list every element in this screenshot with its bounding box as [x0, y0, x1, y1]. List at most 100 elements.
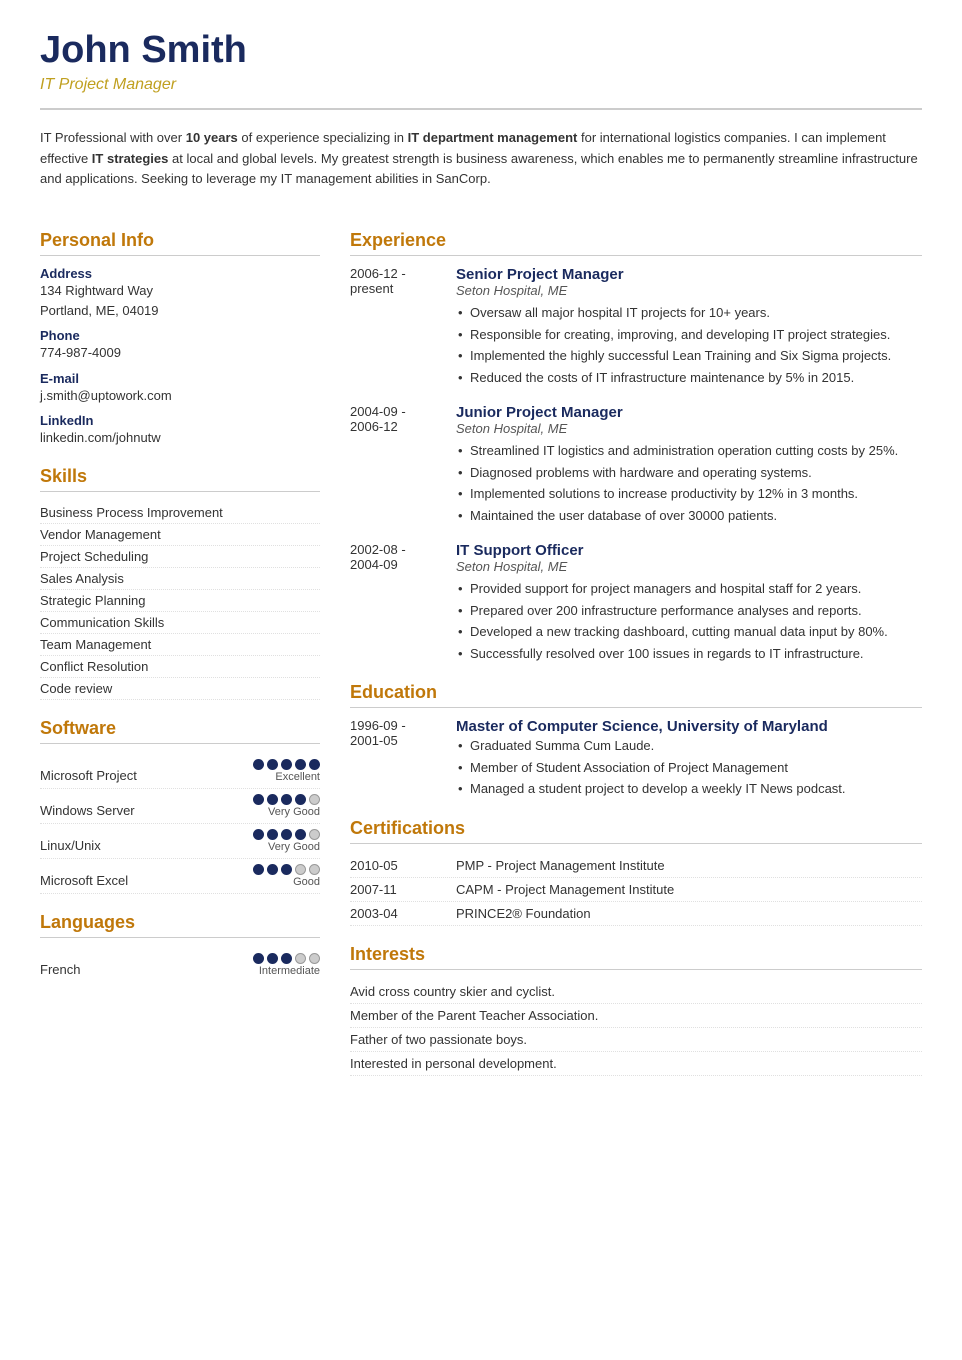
dot-filled	[295, 759, 306, 770]
skill-item: Sales Analysis	[40, 568, 320, 590]
dot-filled	[281, 864, 292, 875]
interests-title: Interests	[350, 944, 922, 970]
software-name: Windows Server	[40, 803, 135, 818]
language-name: French	[40, 962, 80, 977]
edu-date: 1996-09 - 2001-05	[350, 718, 440, 800]
linkedin-label: LinkedIn	[40, 413, 320, 428]
software-rating: Very Good	[253, 794, 320, 818]
software-name: Linux/Unix	[40, 838, 101, 853]
software-rating: Very Good	[253, 829, 320, 853]
experience-entry: 2004-09 - 2006-12Junior Project ManagerS…	[350, 404, 922, 526]
language-item: French Intermediate	[40, 948, 320, 982]
dot-empty	[295, 864, 306, 875]
software-item: Microsoft Project Excellent	[40, 754, 320, 789]
cert-date: 2010-05	[350, 858, 440, 873]
main-content: Personal Info Address 134 Rightward Way …	[40, 212, 922, 1076]
software-item: Linux/Unix Very Good	[40, 824, 320, 859]
experience-entry: 2006-12 - presentSenior Project ManagerS…	[350, 266, 922, 388]
address-label: Address	[40, 266, 320, 281]
skills-title: Skills	[40, 466, 320, 492]
dot-filled	[281, 953, 292, 964]
candidate-name: John Smith	[40, 30, 922, 72]
interest-item: Father of two passionate boys.	[350, 1028, 922, 1052]
address-line2: Portland, ME, 04019	[40, 301, 320, 321]
address-block: Address 134 Rightward Way Portland, ME, …	[40, 266, 320, 320]
exp-bullet: Diagnosed problems with hardware and ope…	[456, 462, 922, 484]
interest-item: Interested in personal development.	[350, 1052, 922, 1076]
dot-filled	[281, 829, 292, 840]
phone-label: Phone	[40, 328, 320, 343]
rating-label: Intermediate	[259, 965, 320, 977]
certification-entry: 2010-05 PMP - Project Management Institut…	[350, 854, 922, 878]
email-label: E-mail	[40, 371, 320, 386]
language-rating: Intermediate	[253, 953, 320, 977]
exp-bullet: Implemented the highly successful Lean T…	[456, 345, 922, 367]
dot-empty	[309, 794, 320, 805]
dot-filled	[253, 759, 264, 770]
edu-bullet: Graduated Summa Cum Laude.	[456, 735, 846, 757]
dot-empty	[309, 864, 320, 875]
exp-date: 2004-09 - 2006-12	[350, 404, 440, 526]
dot-filled	[267, 759, 278, 770]
candidate-title: IT Project Manager	[40, 76, 922, 94]
education-title: Education	[350, 682, 922, 708]
skill-item: Code review	[40, 678, 320, 700]
exp-bullet: Responsible for creating, improving, and…	[456, 324, 922, 346]
dot-empty	[309, 829, 320, 840]
exp-title: Senior Project Manager	[456, 266, 922, 283]
exp-title: IT Support Officer	[456, 542, 922, 559]
cert-date: 2003-04	[350, 906, 440, 921]
address-line1: 134 Rightward Way	[40, 281, 320, 301]
languages-title: Languages	[40, 912, 320, 938]
cert-date: 2007-11	[350, 882, 440, 897]
dot-filled	[267, 953, 278, 964]
personal-info-title: Personal Info	[40, 230, 320, 256]
right-column: Experience 2006-12 - present Senior Proje…	[350, 212, 922, 1076]
languages-list: French Intermediate	[40, 948, 320, 982]
exp-content: Junior Project ManagerSeton Hospital, ME…	[456, 404, 922, 526]
edu-bullets: Graduated Summa Cum Laude.Member of Stud…	[456, 735, 846, 800]
skill-item: Team Management	[40, 634, 320, 656]
software-list: Microsoft Project Excellent Windows Server…	[40, 754, 320, 894]
interest-item: Avid cross country skier and cyclist.	[350, 980, 922, 1004]
dot-filled	[295, 794, 306, 805]
rating-label: Very Good	[268, 806, 320, 818]
software-item: Microsoft ExcelGood	[40, 859, 320, 894]
software-name: Microsoft Project	[40, 768, 137, 783]
edu-bullet: Member of Student Association of Project…	[456, 757, 846, 779]
dot-filled	[267, 794, 278, 805]
exp-bullet: Reduced the costs of IT infrastructure m…	[456, 367, 922, 389]
dot-filled	[309, 759, 320, 770]
rating-label: Very Good	[268, 841, 320, 853]
exp-org: Seton Hospital, ME	[456, 421, 922, 436]
resume-header: John Smith IT Project Manager	[40, 30, 922, 110]
email-block: E-mail j.smith@uptowork.com	[40, 371, 320, 406]
cert-name: PMP - Project Management Institute	[456, 858, 665, 873]
exp-org: Seton Hospital, ME	[456, 559, 922, 574]
email-value: j.smith@uptowork.com	[40, 386, 320, 406]
left-column: Personal Info Address 134 Rightward Way …	[40, 212, 320, 1076]
exp-bullets: Streamlined IT logistics and administrat…	[456, 440, 922, 526]
exp-date: 2006-12 - present	[350, 266, 440, 388]
dot-filled	[253, 794, 264, 805]
dot-filled	[281, 759, 292, 770]
skill-item: Communication Skills	[40, 612, 320, 634]
edu-bullet: Managed a student project to develop a w…	[456, 778, 846, 800]
exp-title: Junior Project Manager	[456, 404, 922, 421]
experience-title: Experience	[350, 230, 922, 256]
skills-list: Business Process ImprovementVendor Manag…	[40, 502, 320, 700]
dot-empty	[295, 953, 306, 964]
rating-label: Excellent	[275, 771, 320, 783]
exp-content: IT Support OfficerSeton Hospital, MEProv…	[456, 542, 922, 664]
skill-item: Project Scheduling	[40, 546, 320, 568]
exp-bullet: Implemented solutions to increase produc…	[456, 483, 922, 505]
phone-value: 774-987-4009	[40, 343, 320, 363]
software-rating: Good	[253, 864, 320, 888]
exp-bullet: Successfully resolved over 100 issues in…	[456, 643, 922, 665]
exp-bullet: Streamlined IT logistics and administrat…	[456, 440, 922, 462]
exp-bullet: Prepared over 200 infrastructure perform…	[456, 600, 922, 622]
cert-name: CAPM - Project Management Institute	[456, 882, 674, 897]
summary-section: IT Professional with over 10 years of ex…	[40, 128, 922, 190]
dot-filled	[253, 953, 264, 964]
skill-item: Strategic Planning	[40, 590, 320, 612]
